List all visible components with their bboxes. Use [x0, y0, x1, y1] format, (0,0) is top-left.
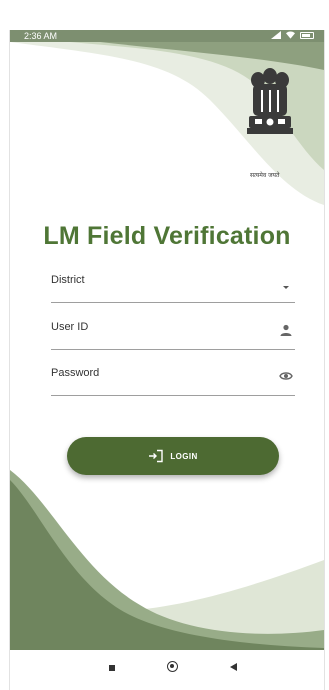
status-time: 2:36 AM — [24, 31, 58, 41]
app-screen: 2:36 AM सत्यमेव जयते LM Field Verificati… — [9, 30, 325, 690]
login-button-label: LOGIN — [170, 451, 198, 461]
emblem-caption: सत्यमेव जयते — [250, 172, 280, 179]
battery-icon — [300, 31, 314, 39]
eye-icon[interactable] — [279, 369, 293, 383]
user-id-label: User ID — [51, 321, 89, 333]
chevron-down-icon[interactable] — [279, 280, 293, 294]
login-arrow-icon — [149, 449, 164, 463]
signal-icon — [271, 31, 281, 39]
recent-apps-button[interactable] — [109, 665, 115, 671]
national-emblem-icon — [247, 68, 293, 134]
user-id-field[interactable]: User ID — [51, 321, 295, 350]
district-field[interactable]: District — [51, 274, 295, 303]
district-label: District — [51, 274, 85, 286]
password-label: Password — [51, 367, 100, 379]
status-icons — [271, 31, 314, 39]
page-title: LM Field Verification — [43, 222, 291, 250]
home-button[interactable] — [167, 661, 178, 672]
back-button[interactable] — [230, 663, 237, 671]
login-button[interactable]: LOGIN — [67, 437, 279, 475]
password-field[interactable]: Password — [51, 367, 295, 396]
system-nav-bar — [10, 650, 324, 690]
wifi-icon — [286, 31, 295, 39]
status-bar: 2:36 AM — [10, 30, 324, 42]
person-icon — [280, 324, 292, 336]
